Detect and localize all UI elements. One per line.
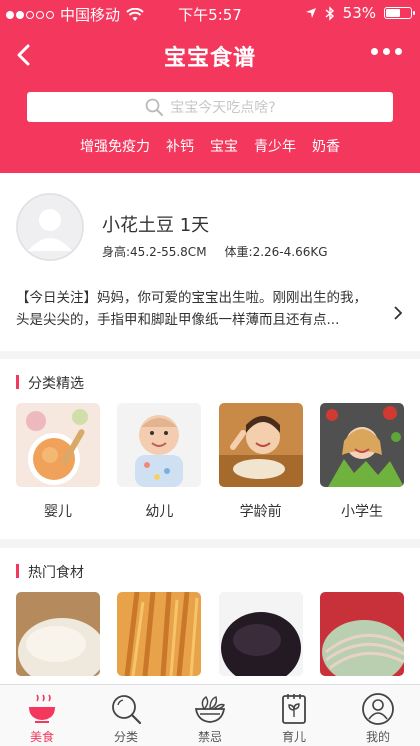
status-bar: 中国移动 下午5:57 53%	[0, 0, 420, 26]
category-label: 幼儿	[145, 504, 174, 520]
hot-ingredients-section: 热门食材	[0, 548, 420, 688]
category-card-infant[interactable]: 婴儿	[16, 403, 100, 521]
wheat-image	[117, 592, 202, 676]
ingredient-card-black-rice[interactable]	[218, 592, 303, 676]
tab-label: 育儿	[281, 730, 306, 744]
rice-image	[16, 592, 100, 676]
search-input[interactable]: 宝宝今天吃点啥?	[27, 92, 393, 122]
tag-item[interactable]: 青少年	[254, 136, 296, 156]
noodles-image	[319, 592, 404, 676]
bluetooth-icon	[325, 5, 334, 21]
category-card-toddler[interactable]: 幼儿	[117, 403, 202, 521]
category-section: 分类精选 婴儿 幼儿 学龄前 小学生	[0, 359, 420, 539]
app-screen: 中国移动 下午5:57 53% 宝宝食谱 宝宝今天吃点啥? 增强免疫力 补钙 宝…	[0, 0, 420, 746]
tab-category[interactable]: 分类	[84, 685, 168, 746]
category-label: 小学生	[340, 504, 383, 520]
location-arrow-icon	[305, 8, 316, 18]
category-card-preschool[interactable]: 学龄前	[218, 403, 303, 521]
battery-percent: 53%	[342, 4, 376, 22]
toddler-image	[117, 403, 202, 487]
section-title: 分类精选	[16, 373, 84, 393]
black-rice-image	[218, 592, 303, 676]
search-icon	[145, 98, 164, 116]
search-placeholder: 宝宝今天吃点啥?	[170, 100, 276, 116]
pupil-image	[319, 403, 404, 487]
tab-label: 我的	[365, 730, 390, 744]
ingredient-card-wheat[interactable]	[117, 592, 202, 676]
baby-name-age: 小花土豆 1天	[102, 215, 210, 236]
page-title: 宝宝食谱	[163, 46, 256, 71]
tab-label: 禁忌	[197, 730, 222, 744]
battery-icon	[384, 7, 415, 19]
default-avatar-icon	[16, 193, 84, 261]
baby-height: 身高:45.2-55.8CM	[102, 245, 207, 259]
bowl-icon	[29, 694, 55, 723]
tag-item[interactable]: 宝宝	[210, 136, 238, 156]
category-label: 学龄前	[239, 504, 282, 520]
hot-tags: 增强免疫力 补钙 宝宝 青少年 奶香	[0, 136, 420, 156]
tag-item[interactable]: 奶香	[312, 136, 340, 156]
preschool-image	[218, 403, 303, 487]
avatar[interactable]	[16, 193, 84, 261]
vegetable-basket-icon	[194, 696, 226, 723]
tab-parenting[interactable]: 育儿	[252, 685, 336, 746]
header: 中国移动 下午5:57 53% 宝宝食谱 宝宝今天吃点啥? 增强免疫力 补钙 宝…	[0, 0, 420, 173]
category-label: 婴儿	[44, 504, 72, 520]
sprout-notebook-icon	[282, 694, 306, 724]
chevron-right-icon[interactable]	[392, 305, 404, 321]
ingredient-card-rice[interactable]	[16, 592, 100, 676]
category-card-pupil[interactable]: 小学生	[319, 403, 404, 521]
user-icon	[362, 693, 394, 725]
search-icon	[112, 695, 142, 725]
tag-item[interactable]: 补钙	[166, 136, 194, 156]
bottom-tab-bar: 美食 分类 禁忌 育儿 我的	[0, 684, 420, 746]
tag-item[interactable]: 增强免疫力	[80, 136, 150, 156]
tab-label: 分类	[113, 730, 138, 744]
more-button[interactable]	[371, 48, 402, 55]
infant-food-image	[16, 403, 100, 487]
section-title: 热门食材	[16, 562, 84, 582]
tab-mine[interactable]: 我的	[336, 685, 420, 746]
nav-bar: 宝宝食谱	[0, 30, 420, 80]
baby-weight: 体重:2.26-4.66KG	[224, 245, 328, 259]
ingredient-card-noodles[interactable]	[319, 592, 404, 676]
tab-food[interactable]: 美食	[0, 685, 84, 746]
baby-profile-card[interactable]: 小花土豆 1天 身高:45.2-55.8CM 体重:2.26-4.66KG 【今…	[0, 173, 420, 351]
tab-label: 美食	[29, 730, 54, 744]
daily-notice[interactable]: 【今日关注】妈妈，你可爱的宝宝出生啦。刚刚出生的我，头是尖尖的，手指甲和脚趾甲像…	[16, 287, 378, 331]
tab-taboo[interactable]: 禁忌	[168, 685, 252, 746]
